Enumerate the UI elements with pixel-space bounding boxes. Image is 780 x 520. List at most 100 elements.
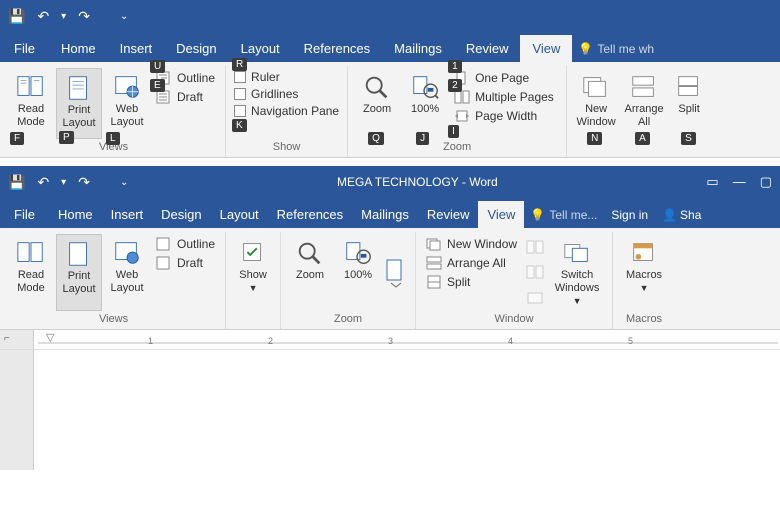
- vertical-ruler[interactable]: [0, 350, 34, 470]
- views-small-col: Outline U Draft E: [152, 68, 219, 139]
- draft-label: Draft: [177, 256, 203, 270]
- hundred-icon: [410, 73, 440, 101]
- ruler-checkbox[interactable]: Ruler R: [234, 70, 339, 84]
- draft-icon: [156, 256, 172, 270]
- tab-view[interactable]: View: [520, 35, 572, 62]
- tab-design[interactable]: Design: [164, 35, 228, 62]
- window-1: 💾 ↶ ▾ ↷ ⌄ File Home Insert Design Layout…: [0, 0, 780, 158]
- ribbon-options-icon[interactable]: ▭: [706, 174, 718, 190]
- new-window-button[interactable]: New Window: [424, 236, 520, 252]
- outline-button[interactable]: Outline: [154, 236, 217, 252]
- outline-button[interactable]: Outline U: [154, 70, 217, 86]
- new-window-icon: [581, 73, 611, 101]
- reset-position-icon[interactable]: [526, 291, 544, 305]
- document-area: [0, 350, 780, 470]
- print-layout-button[interactable]: Print Layout P: [56, 68, 102, 139]
- show-icon: [238, 239, 268, 267]
- tab-review[interactable]: Review: [418, 201, 479, 228]
- undo-icon[interactable]: ↶: [37, 8, 49, 25]
- read-mode-icon: [16, 73, 46, 101]
- tab-references[interactable]: References: [292, 35, 382, 62]
- quick-access-toolbar: 💾 ↶ ▾ ↷ ⌄: [8, 8, 128, 25]
- group-views: Read Mode F Print Layout P Web Layout L: [2, 66, 226, 157]
- view-side-by-side-icon[interactable]: [526, 240, 544, 254]
- ruler-mark: 5: [628, 336, 633, 346]
- web-layout-button[interactable]: Web Layout: [104, 234, 150, 311]
- tab-references[interactable]: References: [268, 201, 352, 228]
- tab-selector-icon[interactable]: ⌐: [4, 333, 10, 344]
- qat-more-icon[interactable]: ⌄: [120, 11, 128, 22]
- document-page[interactable]: [34, 350, 780, 470]
- chevron-down-icon: ▼: [573, 296, 582, 306]
- arrange-all-button[interactable]: Arrange All: [424, 255, 520, 271]
- zoom-icon: [362, 73, 392, 101]
- sign-in-link[interactable]: Sign in: [603, 202, 656, 228]
- read-mode-button[interactable]: Read Mode F: [8, 68, 54, 139]
- web-layout-button[interactable]: Web Layout L: [104, 68, 150, 139]
- tell-me[interactable]: 💡Tell me wh: [572, 36, 660, 62]
- navigation-pane-checkbox[interactable]: Navigation Pane K: [234, 104, 339, 118]
- zoom-button[interactable]: Zoom Q: [354, 68, 400, 139]
- arrange-all-button[interactable]: Arrange All A: [621, 68, 667, 139]
- redo-icon[interactable]: ↷: [78, 8, 90, 25]
- undo-dropdown-icon[interactable]: ▾: [61, 11, 66, 22]
- multiple-pages-button[interactable]: Multiple Pages 2: [452, 89, 558, 105]
- page-width-label: Page Width: [475, 109, 537, 123]
- tab-review[interactable]: Review: [454, 35, 521, 62]
- split-button[interactable]: Split: [424, 274, 520, 290]
- group-zoom-label: Zoom: [354, 139, 560, 155]
- save-icon[interactable]: 💾: [8, 8, 25, 25]
- undo-icon[interactable]: ↶: [37, 174, 49, 191]
- tab-file[interactable]: File: [4, 201, 49, 228]
- web-layout-icon: [112, 73, 142, 101]
- tab-insert[interactable]: Insert: [102, 201, 153, 228]
- tab-insert[interactable]: Insert: [108, 35, 165, 62]
- split-label: Split: [447, 275, 470, 289]
- tab-layout[interactable]: Layout: [211, 201, 268, 228]
- redo-icon[interactable]: ↷: [78, 174, 90, 191]
- undo-dropdown-icon[interactable]: ▾: [61, 177, 66, 188]
- read-mode-button[interactable]: Read Mode: [8, 234, 54, 311]
- split-button[interactable]: Split S: [669, 68, 709, 139]
- minimize-icon[interactable]: —: [733, 174, 746, 190]
- ribbon: Read Mode F Print Layout P Web Layout L: [0, 62, 780, 158]
- tab-home[interactable]: Home: [49, 201, 102, 228]
- tab-design[interactable]: Design: [152, 201, 210, 228]
- group-views-label: Views: [8, 311, 219, 327]
- gridlines-checkbox[interactable]: Gridlines: [234, 87, 339, 101]
- horizontal-ruler[interactable]: ⌐ 1 2 3 4 5 ▽: [0, 330, 780, 350]
- checkbox-icon: [234, 88, 246, 100]
- web-layout-icon: [112, 239, 142, 267]
- share-label: Sha: [680, 208, 701, 222]
- tell-me[interactable]: 💡Tell me...: [524, 202, 603, 228]
- save-icon[interactable]: 💾: [8, 174, 25, 191]
- share-icon: 👤: [662, 208, 677, 222]
- draft-button[interactable]: Draft: [154, 255, 217, 271]
- switch-windows-button[interactable]: Switch Windows ▼: [548, 234, 606, 311]
- quick-access-toolbar: 💾 ↶ ▾ ↷ ⌄: [8, 174, 128, 191]
- zoom-button[interactable]: Zoom: [287, 234, 333, 311]
- group-macros-label: Macros: [619, 311, 669, 327]
- share-button[interactable]: 👤Sha: [656, 202, 707, 228]
- page-width-button[interactable]: Page Width I: [452, 108, 558, 124]
- tab-home[interactable]: Home: [49, 35, 108, 62]
- hundred-percent-button[interactable]: 100%: [335, 234, 381, 311]
- qat-more-icon[interactable]: ⌄: [120, 177, 128, 188]
- tab-layout[interactable]: Layout: [229, 35, 292, 62]
- sync-scroll-icon[interactable]: [526, 265, 544, 279]
- print-layout-button[interactable]: Print Layout: [56, 234, 102, 311]
- macros-button[interactable]: Macros▼: [619, 234, 669, 311]
- show-dropdown-button[interactable]: Show▼: [232, 234, 274, 311]
- tab-view[interactable]: View: [478, 201, 524, 228]
- tab-mailings[interactable]: Mailings: [382, 35, 454, 62]
- arrange-all-label: Arrange All: [623, 103, 665, 129]
- hundred-percent-button[interactable]: 100% J: [402, 68, 448, 139]
- new-window-button[interactable]: New Window N: [573, 68, 619, 139]
- maximize-icon[interactable]: ▢: [760, 174, 772, 190]
- tab-mailings[interactable]: Mailings: [352, 201, 418, 228]
- tab-file[interactable]: File: [4, 35, 49, 62]
- indent-marker-icon[interactable]: ▽: [46, 331, 54, 344]
- one-page-button[interactable]: One Page 1: [452, 70, 558, 86]
- page-options-icon[interactable]: [385, 258, 407, 288]
- draft-button[interactable]: Draft E: [154, 89, 217, 105]
